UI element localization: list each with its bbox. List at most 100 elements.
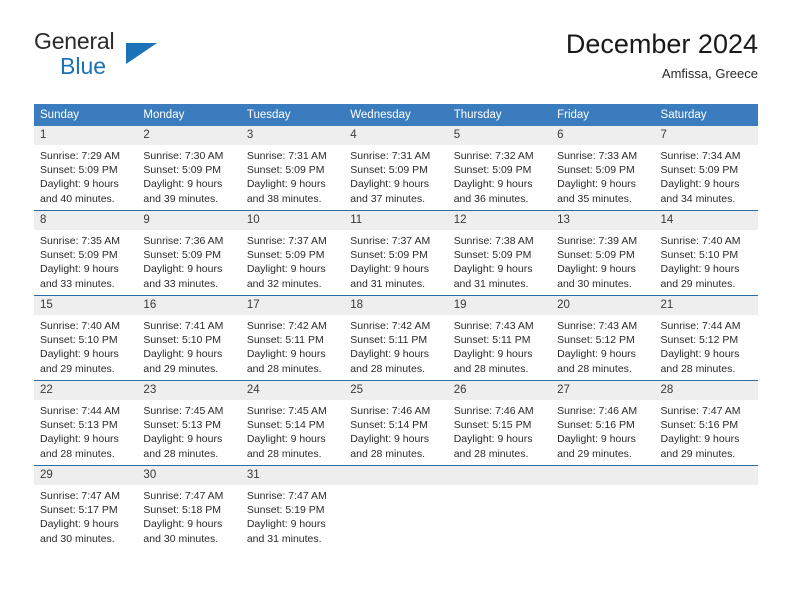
- calendar-day-cell[interactable]: 20 Sunrise: 7:43 AM Sunset: 5:12 PM Dayl…: [551, 295, 655, 381]
- calendar-day-cell[interactable]: 5 Sunrise: 7:32 AM Sunset: 5:09 PM Dayli…: [447, 126, 552, 211]
- daylight-text-line1: Daylight: 9 hours: [40, 178, 119, 191]
- day-details: Sunrise: 7:47 AM Sunset: 5:19 PM Dayligh…: [241, 485, 344, 546]
- page-title: December 2024: [565, 29, 758, 59]
- sunrise-text: Sunrise: 7:34 AM: [660, 150, 741, 162]
- calendar-day-cell[interactable]: 1 Sunrise: 7:29 AM Sunset: 5:09 PM Dayli…: [34, 126, 138, 211]
- calendar-day-cell[interactable]: 31 Sunrise: 7:47 AM Sunset: 5:19 PM Dayl…: [240, 465, 345, 550]
- sunset-text: Sunset: 5:09 PM: [453, 164, 532, 177]
- daylight-text-line2: and 29 minutes.: [557, 447, 632, 460]
- daylight-text-line2: and 35 minutes.: [557, 192, 632, 205]
- day-number: [551, 466, 655, 485]
- calendar-day-cell[interactable]: 6 Sunrise: 7:33 AM Sunset: 5:09 PM Dayli…: [551, 126, 655, 211]
- sunset-text: Sunset: 5:09 PM: [143, 249, 222, 262]
- calendar-day-cell[interactable]: 22 Sunrise: 7:44 AM Sunset: 5:13 PM Dayl…: [34, 380, 138, 466]
- day-number: 4: [344, 126, 448, 145]
- daylight-text-line2: and 38 minutes.: [246, 192, 322, 205]
- sunrise-text: Sunrise: 7:39 AM: [557, 235, 638, 247]
- daylight-text-line2: and 28 minutes.: [453, 447, 529, 460]
- sunrise-text: Sunrise: 7:45 AM: [143, 405, 224, 417]
- calendar-day-cell[interactable]: 30 Sunrise: 7:47 AM Sunset: 5:18 PM Dayl…: [137, 465, 241, 550]
- calendar-day-cell[interactable]: 21 Sunrise: 7:44 AM Sunset: 5:12 PM Dayl…: [654, 295, 758, 381]
- calendar-day-cell[interactable]: 25 Sunrise: 7:46 AM Sunset: 5:14 PM Dayl…: [344, 380, 448, 466]
- daylight-text-line1: Daylight: 9 hours: [40, 348, 119, 361]
- day-number: 18: [344, 296, 448, 315]
- triangle-icon: [126, 43, 157, 64]
- sunset-text: Sunset: 5:09 PM: [350, 249, 428, 262]
- daylight-text-line2: and 33 minutes.: [143, 277, 219, 290]
- day-details: Sunrise: 7:40 AM Sunset: 5:10 PM Dayligh…: [34, 315, 137, 376]
- sunrise-text: Sunrise: 7:37 AM: [246, 235, 327, 247]
- sunrise-text: Sunrise: 7:37 AM: [350, 235, 431, 247]
- calendar-day-cell[interactable]: 14 Sunrise: 7:40 AM Sunset: 5:10 PM Dayl…: [654, 210, 758, 296]
- calendar-day-cell[interactable]: 12 Sunrise: 7:38 AM Sunset: 5:09 PM Dayl…: [447, 210, 552, 296]
- calendar-day-cell[interactable]: 15 Sunrise: 7:40 AM Sunset: 5:10 PM Dayl…: [34, 295, 138, 381]
- sunset-text: Sunset: 5:09 PM: [40, 164, 118, 177]
- daylight-text-line1: Daylight: 9 hours: [40, 433, 119, 446]
- sunrise-text: Sunrise: 7:31 AM: [246, 150, 327, 162]
- calendar-day-cell[interactable]: 11 Sunrise: 7:37 AM Sunset: 5:09 PM Dayl…: [344, 210, 448, 296]
- daylight-text-line2: and 33 minutes.: [40, 277, 115, 290]
- daylight-text-line1: Daylight: 9 hours: [453, 178, 533, 191]
- day-number: 3: [240, 126, 345, 145]
- day-details: Sunrise: 7:33 AM Sunset: 5:09 PM Dayligh…: [551, 145, 654, 206]
- daylight-text-line1: Daylight: 9 hours: [246, 433, 326, 446]
- calendar-day-cell[interactable]: 23 Sunrise: 7:45 AM Sunset: 5:13 PM Dayl…: [137, 380, 241, 466]
- daylight-text-line2: and 37 minutes.: [350, 192, 425, 205]
- daylight-text-line1: Daylight: 9 hours: [246, 263, 326, 276]
- daylight-text-line2: and 31 minutes.: [350, 277, 425, 290]
- sunset-text: Sunset: 5:14 PM: [246, 419, 325, 432]
- daylight-text-line2: and 31 minutes.: [453, 277, 529, 290]
- sunrise-text: Sunrise: 7:43 AM: [557, 320, 638, 332]
- calendar-day-cell[interactable]: 26 Sunrise: 7:46 AM Sunset: 5:15 PM Dayl…: [447, 380, 552, 466]
- weekday-header-tuesday: Tuesday: [240, 104, 345, 126]
- weekday-header-thursday: Thursday: [447, 104, 552, 126]
- daylight-text-line1: Daylight: 9 hours: [246, 518, 326, 531]
- daylight-text-line1: Daylight: 9 hours: [143, 518, 223, 531]
- sunrise-text: Sunrise: 7:45 AM: [246, 405, 327, 417]
- brand-logo[interactable]: General Blue: [34, 30, 244, 86]
- day-number: 6: [551, 126, 655, 145]
- day-details: Sunrise: 7:42 AM Sunset: 5:11 PM Dayligh…: [241, 315, 344, 376]
- weekday-header-wednesday: Wednesday: [344, 104, 448, 126]
- sunrise-text: Sunrise: 7:29 AM: [40, 150, 120, 162]
- day-number: 22: [34, 381, 138, 400]
- calendar-day-cell[interactable]: 8 Sunrise: 7:35 AM Sunset: 5:09 PM Dayli…: [34, 210, 138, 296]
- sunset-text: Sunset: 5:13 PM: [143, 419, 222, 432]
- calendar-day-cell[interactable]: 16 Sunrise: 7:41 AM Sunset: 5:10 PM Dayl…: [137, 295, 241, 381]
- day-details: Sunrise: 7:32 AM Sunset: 5:09 PM Dayligh…: [448, 145, 551, 206]
- calendar-day-cell[interactable]: 7 Sunrise: 7:34 AM Sunset: 5:09 PM Dayli…: [654, 126, 758, 211]
- daylight-text-line2: and 30 minutes.: [557, 277, 632, 290]
- calendar-day-cell[interactable]: 9 Sunrise: 7:36 AM Sunset: 5:09 PM Dayli…: [137, 210, 241, 296]
- calendar-day-cell[interactable]: 2 Sunrise: 7:30 AM Sunset: 5:09 PM Dayli…: [137, 126, 241, 211]
- calendar-day-cell[interactable]: 18 Sunrise: 7:42 AM Sunset: 5:11 PM Dayl…: [344, 295, 448, 381]
- daylight-text-line2: and 28 minutes.: [350, 362, 425, 375]
- sunset-text: Sunset: 5:16 PM: [557, 419, 635, 432]
- calendar-day-cell[interactable]: 10 Sunrise: 7:37 AM Sunset: 5:09 PM Dayl…: [240, 210, 345, 296]
- sunset-text: Sunset: 5:12 PM: [660, 334, 739, 347]
- calendar-day-cell[interactable]: 3 Sunrise: 7:31 AM Sunset: 5:09 PM Dayli…: [240, 126, 345, 211]
- calendar-day-cell[interactable]: 29 Sunrise: 7:47 AM Sunset: 5:17 PM Dayl…: [34, 465, 138, 550]
- page-subtitle: Amfissa, Greece: [661, 66, 758, 81]
- daylight-text-line1: Daylight: 9 hours: [557, 263, 636, 276]
- day-details: Sunrise: 7:39 AM Sunset: 5:09 PM Dayligh…: [551, 230, 654, 291]
- day-details: Sunrise: 7:31 AM Sunset: 5:09 PM Dayligh…: [241, 145, 344, 206]
- sunrise-text: Sunrise: 7:40 AM: [40, 320, 120, 332]
- day-details: Sunrise: 7:31 AM Sunset: 5:09 PM Dayligh…: [344, 145, 447, 206]
- calendar-day-cell[interactable]: 17 Sunrise: 7:42 AM Sunset: 5:11 PM Dayl…: [240, 295, 345, 381]
- calendar-day-cell[interactable]: 13 Sunrise: 7:39 AM Sunset: 5:09 PM Dayl…: [551, 210, 655, 296]
- day-number: 13: [551, 211, 655, 230]
- sunrise-text: Sunrise: 7:47 AM: [40, 490, 120, 502]
- sunrise-text: Sunrise: 7:30 AM: [143, 150, 224, 162]
- calendar-day-cell[interactable]: 28 Sunrise: 7:47 AM Sunset: 5:16 PM Dayl…: [654, 380, 758, 466]
- weekday-header-saturday: Saturday: [654, 104, 758, 126]
- calendar-day-cell[interactable]: 4 Sunrise: 7:31 AM Sunset: 5:09 PM Dayli…: [344, 126, 448, 211]
- calendar-day-cell[interactable]: 27 Sunrise: 7:46 AM Sunset: 5:16 PM Dayl…: [551, 380, 655, 466]
- day-details: Sunrise: 7:44 AM Sunset: 5:12 PM Dayligh…: [655, 315, 758, 376]
- day-number: 2: [137, 126, 241, 145]
- day-number: 19: [447, 296, 552, 315]
- daylight-text-line2: and 30 minutes.: [40, 532, 115, 545]
- calendar-day-cell[interactable]: 24 Sunrise: 7:45 AM Sunset: 5:14 PM Dayl…: [240, 380, 345, 466]
- calendar-day-cell[interactable]: 19 Sunrise: 7:43 AM Sunset: 5:11 PM Dayl…: [447, 295, 552, 381]
- day-details: Sunrise: 7:35 AM Sunset: 5:09 PM Dayligh…: [34, 230, 137, 291]
- daylight-text-line1: Daylight: 9 hours: [557, 348, 636, 361]
